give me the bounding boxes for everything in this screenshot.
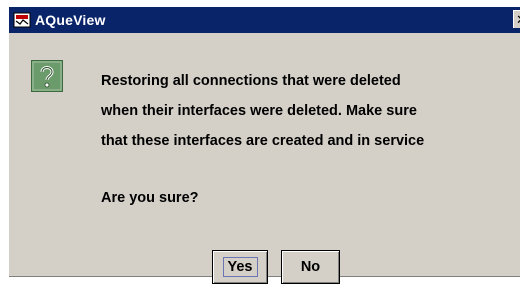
dialog-window: AQueView ✕ Restoring all connections tha… bbox=[8, 6, 520, 284]
message-line: Restoring all connections that were dele… bbox=[101, 73, 401, 89]
app-logo-icon bbox=[13, 11, 31, 29]
no-button[interactable]: No bbox=[281, 250, 340, 284]
window-title: AQueView bbox=[35, 12, 106, 28]
no-button-label: No bbox=[300, 259, 321, 275]
yes-button[interactable]: Yes bbox=[212, 250, 268, 284]
question-icon bbox=[31, 60, 63, 92]
title-bar[interactable]: AQueView ✕ bbox=[9, 7, 520, 33]
confirm-question: Are you sure? bbox=[101, 190, 199, 206]
yes-button-label: Yes bbox=[222, 257, 258, 277]
message-line: when their interfaces were deleted. Make… bbox=[101, 103, 417, 119]
dialog-message: Restoring all connections that were dele… bbox=[101, 66, 424, 156]
close-icon: ✕ bbox=[516, 12, 520, 28]
close-button[interactable]: ✕ bbox=[513, 10, 520, 28]
message-line: that these interfaces are created and in… bbox=[101, 133, 425, 149]
